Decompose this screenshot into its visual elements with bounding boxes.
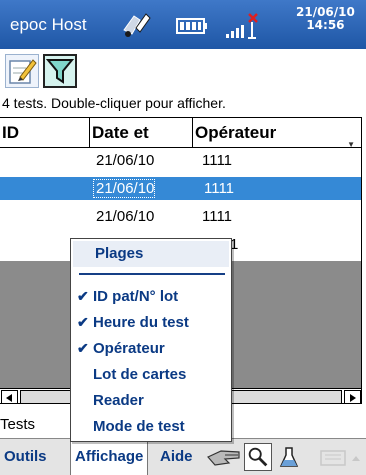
- clock-time: 14:56: [306, 18, 345, 32]
- popup-title-plages: Plages: [95, 245, 144, 262]
- scroll-left-button[interactable]: [1, 390, 18, 403]
- popup-item-label: Opérateur: [93, 340, 165, 357]
- popup-item-label: Heure du test: [93, 314, 189, 331]
- affichage-popup-menu: Plages ✔ ID pat/N° lot ✔ Heure du test ✔…: [70, 238, 232, 442]
- popup-item-heure[interactable]: ✔ Heure du test: [71, 311, 231, 335]
- toolbar: [0, 49, 366, 95]
- check-icon: ✔: [77, 288, 89, 304]
- column-header-operator-label: Opérateur: [195, 123, 277, 142]
- filter-button[interactable]: [43, 54, 77, 88]
- arrow-right-icon: [350, 394, 356, 402]
- popup-header[interactable]: Plages: [73, 241, 229, 267]
- menu-affichage[interactable]: Affichage: [70, 439, 149, 475]
- arrow-left-icon: [6, 394, 12, 402]
- edit-button[interactable]: [5, 54, 39, 88]
- app-title: epoc Host: [10, 15, 87, 34]
- filter-icon: [45, 59, 75, 84]
- menu-outils[interactable]: Outils: [0, 439, 51, 475]
- popup-item-id-pat[interactable]: ✔ ID pat/N° lot: [71, 285, 231, 309]
- cell-date: 21/06/10: [96, 152, 155, 169]
- check-icon: ✔: [77, 340, 89, 356]
- flask-icon[interactable]: [278, 443, 300, 471]
- popup-item-label: Mode de test: [93, 418, 185, 435]
- popup-item-reader[interactable]: Reader: [71, 389, 231, 413]
- check-icon: ✔: [77, 314, 89, 330]
- popup-item-mode-test[interactable]: Mode de test: [71, 415, 231, 439]
- clock[interactable]: 21/06/10 14:56: [296, 6, 355, 32]
- keyboard-icon[interactable]: [318, 443, 364, 471]
- title-bar: epoc Host 21/06/10 14:56: [0, 0, 366, 49]
- menu-bar: Outils Affichage Aide: [0, 438, 366, 475]
- popup-item-label: Reader: [93, 392, 144, 409]
- battery-icon[interactable]: [176, 17, 208, 35]
- popup-item-operateur[interactable]: ✔ Opérateur: [71, 337, 231, 361]
- table-header: ID Date et Opérateur ▼: [0, 118, 361, 149]
- cell-date: 21/06/10: [92, 179, 156, 198]
- table-row[interactable]: 21/06/10 1111: [0, 149, 361, 172]
- menu-aide[interactable]: Aide: [156, 439, 197, 475]
- column-header-id[interactable]: ID: [0, 118, 90, 148]
- hand-icon[interactable]: [205, 443, 243, 471]
- tab-tests[interactable]: Tests: [0, 406, 35, 438]
- signal-icon[interactable]: [222, 12, 262, 40]
- scroll-right-button[interactable]: [344, 390, 361, 403]
- popup-separator: [79, 273, 225, 275]
- cell-date: 21/06/10: [96, 208, 155, 225]
- search-icon[interactable]: [244, 443, 272, 471]
- table-row-selected[interactable]: 21/06/10 1111: [0, 177, 361, 200]
- popup-item-label: ID pat/N° lot: [93, 288, 179, 305]
- edit-icon: [9, 59, 37, 84]
- cell-operator: 1111: [204, 180, 235, 197]
- cell-operator: 1111: [202, 208, 233, 225]
- sync-icon[interactable]: [120, 8, 152, 40]
- cell-operator: 1111: [202, 152, 233, 169]
- column-header-date[interactable]: Date et: [90, 118, 193, 148]
- column-header-operator[interactable]: Opérateur ▼: [193, 118, 361, 149]
- popup-item-label: Lot de cartes: [93, 366, 187, 383]
- status-text: 4 tests. Double-cliquer pour afficher.: [2, 95, 226, 111]
- table-row[interactable]: 21/06/10 1111: [0, 205, 361, 228]
- popup-item-lot-cartes[interactable]: Lot de cartes: [71, 363, 231, 387]
